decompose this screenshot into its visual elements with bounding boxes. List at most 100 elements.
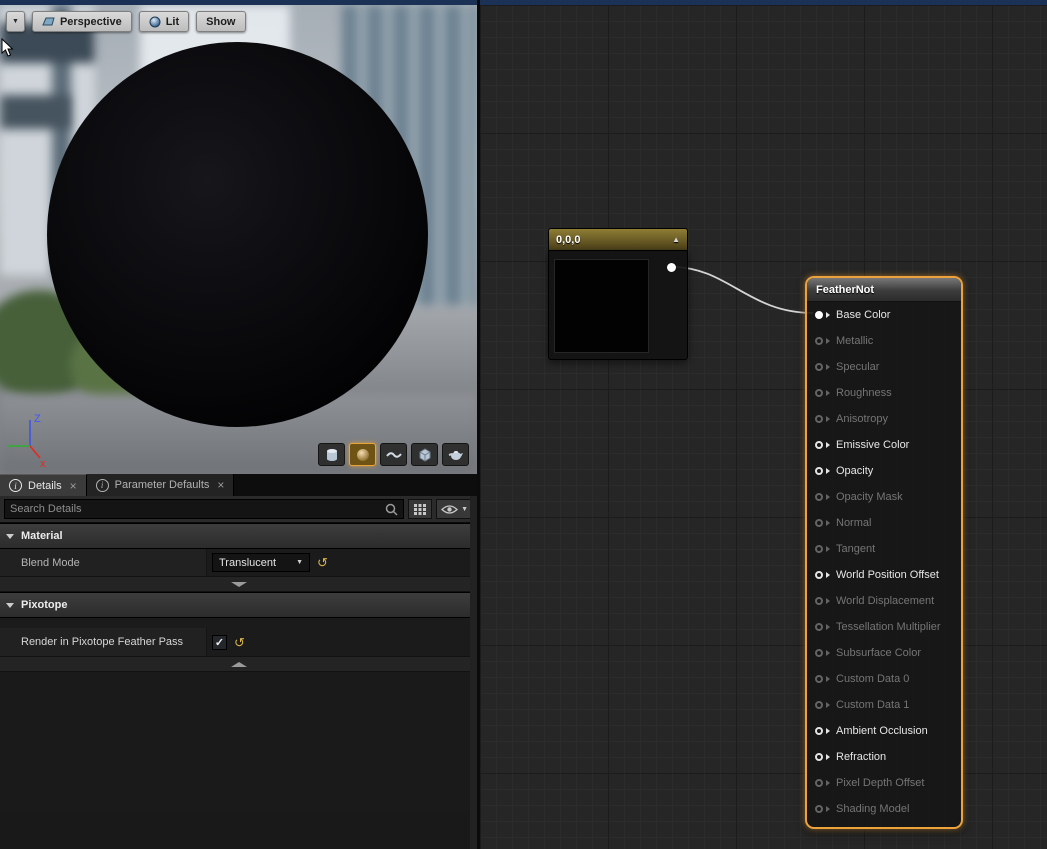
show-button-label: Show — [206, 16, 235, 28]
material-input-pin-row: Custom Data 1 — [807, 692, 961, 718]
pin-circle-icon[interactable] — [815, 467, 823, 475]
material-graph-canvas[interactable]: 0,0,0 ▲ FeatherNot Base ColorMetallic Spe… — [480, 5, 1047, 849]
pin-circle-icon — [815, 415, 823, 423]
reset-to-default-icon[interactable]: ↺ — [317, 556, 328, 569]
pin-arrow-icon — [826, 364, 830, 370]
pin-label: Emissive Color — [836, 439, 909, 451]
preview-mesh-teapot-button[interactable] — [442, 443, 469, 466]
material-input-pin-row: Specular — [807, 354, 961, 380]
pin-arrow-icon — [826, 338, 830, 344]
material-input-pin-row: Pixel Depth Offset — [807, 770, 961, 796]
pin-label: Tangent — [836, 543, 875, 555]
collapse-node-icon[interactable]: ▲ — [672, 235, 680, 244]
expand-down-icon — [231, 582, 247, 587]
details-scrollbar[interactable] — [470, 496, 477, 849]
pin-circle-icon[interactable] — [815, 753, 823, 761]
pin-arrow-icon — [826, 676, 830, 682]
lit-sphere-icon — [149, 16, 161, 28]
material-input-pin-row[interactable]: Emissive Color — [807, 432, 961, 458]
tab-details[interactable]: i Details × — [0, 474, 87, 496]
pin-label: Custom Data 1 — [836, 699, 909, 711]
pin-circle-icon[interactable] — [815, 571, 823, 579]
material-input-pin-row[interactable]: Refraction — [807, 744, 961, 770]
category-header-pixotope[interactable]: Pixotope — [0, 592, 477, 618]
pin-arrow-icon — [826, 702, 830, 708]
material-preview-viewport[interactable]: ▼ Perspective Lit — [0, 5, 477, 474]
pin-label: Pixel Depth Offset — [836, 777, 924, 789]
pin-circle-icon — [815, 805, 823, 813]
pixotope-section-spacer — [0, 618, 477, 628]
pin-arrow-icon — [826, 754, 830, 760]
preview-mesh-plane-button[interactable] — [380, 443, 407, 466]
axis-gizmo: Z x — [4, 410, 62, 468]
tab-parameter-defaults-close-icon[interactable]: × — [215, 479, 224, 491]
details-search-row: ▼ — [0, 496, 477, 523]
preview-mesh-cube-button[interactable] — [411, 443, 438, 466]
material-input-pin-row: Metallic — [807, 328, 961, 354]
pin-label: Custom Data 0 — [836, 673, 909, 685]
lit-button[interactable]: Lit — [139, 11, 189, 32]
parameter-defaults-tab-icon: i — [96, 479, 109, 492]
show-button[interactable]: Show — [196, 11, 245, 32]
pin-arrow-icon — [826, 390, 830, 396]
tab-parameter-defaults[interactable]: i Parameter Defaults × — [87, 474, 235, 496]
search-input[interactable] — [10, 503, 385, 515]
pin-circle-icon — [815, 597, 823, 605]
view-options-button[interactable]: ▼ — [436, 499, 473, 519]
pin-circle-icon[interactable] — [815, 441, 823, 449]
details-tab-icon: i — [9, 479, 22, 492]
pixotope-collapse-expander[interactable] — [0, 657, 477, 672]
details-search-box[interactable] — [4, 499, 404, 519]
category-expanded-icon — [6, 534, 14, 539]
material-input-pin-row: Shading Model — [807, 796, 961, 822]
material-result-node[interactable]: FeatherNot Base ColorMetallicSpecularRou… — [805, 276, 963, 829]
perspective-icon — [42, 16, 55, 27]
cylinder-icon — [326, 448, 338, 462]
chevron-down-icon: ▼ — [461, 506, 468, 513]
material-pins: Base ColorMetallicSpecularRoughnessAniso… — [807, 302, 961, 827]
preview-mesh-buttons — [318, 443, 469, 466]
perspective-button[interactable]: Perspective — [32, 11, 132, 32]
tab-details-close-icon[interactable]: × — [68, 480, 77, 492]
feather-pass-checkbox[interactable]: ✓ — [212, 635, 227, 650]
material-input-pin-row[interactable]: Opacity — [807, 458, 961, 484]
material-input-pin-row: Subsurface Color — [807, 640, 961, 666]
pin-label: Opacity Mask — [836, 491, 903, 503]
expand-up-icon — [231, 662, 247, 667]
color-swatch[interactable] — [554, 259, 649, 353]
grid-icon — [413, 503, 427, 516]
material-node-header[interactable]: FeatherNot — [807, 278, 961, 302]
constant-node-header[interactable]: 0,0,0 ▲ — [548, 228, 688, 250]
pin-arrow-icon — [826, 806, 830, 812]
pin-arrow-icon — [826, 650, 830, 656]
category-material-title: Material — [21, 530, 63, 542]
constant-vector-node[interactable]: 0,0,0 ▲ — [548, 228, 688, 360]
reset-to-default-icon[interactable]: ↺ — [234, 636, 245, 649]
pin-arrow-icon — [826, 416, 830, 422]
pin-label: Specular — [836, 361, 879, 373]
preview-mesh-cylinder-button[interactable] — [318, 443, 345, 466]
material-input-pin-row[interactable]: Ambient Occlusion — [807, 718, 961, 744]
material-advanced-expander[interactable] — [0, 577, 477, 592]
viewport-options-dropdown-button[interactable]: ▼ — [6, 11, 25, 32]
category-header-material[interactable]: Material — [0, 523, 477, 549]
constant-node-title: 0,0,0 — [556, 234, 580, 246]
pin-circle-icon — [815, 545, 823, 553]
constant-node-body — [548, 250, 688, 360]
preview-mesh-sphere-button[interactable] — [349, 443, 376, 466]
pin-label: Tessellation Multiplier — [836, 621, 941, 633]
material-input-pin-row: Custom Data 0 — [807, 666, 961, 692]
material-editor-window: ▼ Perspective Lit — [0, 0, 1047, 849]
blend-mode-dropdown[interactable]: Translucent ▼ — [212, 553, 310, 572]
property-matrix-button[interactable] — [408, 499, 432, 519]
details-empty-area — [0, 672, 477, 812]
pin-circle-icon[interactable] — [815, 311, 823, 319]
material-input-pin-row[interactable]: Base Color — [807, 302, 961, 328]
output-pin[interactable] — [667, 263, 676, 272]
pin-circle-icon — [815, 337, 823, 345]
axis-x-label: x — [40, 458, 46, 468]
material-input-pin-row[interactable]: World Position Offset — [807, 562, 961, 588]
pin-label: Anisotropy — [836, 413, 888, 425]
teapot-icon — [448, 449, 464, 461]
pin-circle-icon[interactable] — [815, 727, 823, 735]
